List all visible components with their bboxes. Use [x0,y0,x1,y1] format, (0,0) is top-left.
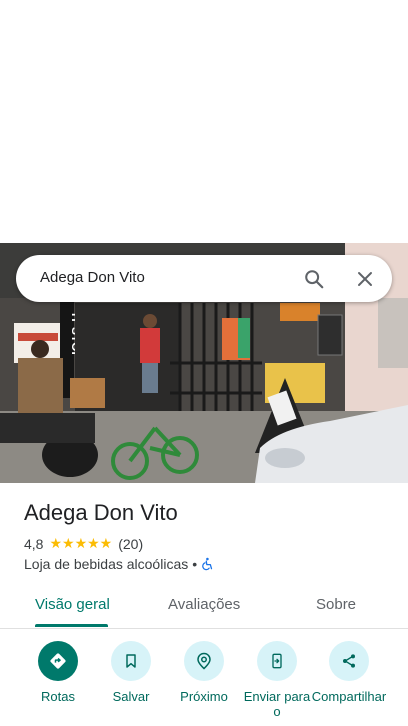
search-query[interactable]: Adega Don Vito [40,269,145,286]
rating-row[interactable]: 4,8 ★★★★★ (20) [24,535,143,552]
tab-about[interactable]: Sobre [316,596,356,613]
directions-button[interactable]: Rotas [18,641,98,704]
bookmark-icon [111,641,151,681]
share-button[interactable]: Compartilhar [309,641,389,704]
rating-value: 4,8 [24,535,44,552]
active-tab-indicator [35,624,108,627]
search-bar[interactable]: Adega Don Vito [16,255,392,302]
send-to-phone-icon [257,641,297,681]
nearby-icon [184,641,224,681]
rating-stars: ★★★★★ [49,535,113,551]
save-label: Salvar [112,689,150,704]
wheelchair-accessible-icon [201,557,215,571]
tab-reviews[interactable]: Avaliações [168,596,240,613]
action-bar: Rotas Salvar Próximo Enviar para o Compa… [0,641,408,726]
search-icon[interactable] [300,265,328,293]
send-to-phone-button[interactable]: Enviar para o [237,641,317,719]
nearby-button[interactable]: Próximo [164,641,244,704]
blank-area [0,0,408,243]
tab-bar: Visão geral Avaliações Sobre [0,586,408,629]
place-category: Loja de bebidas alcoólicas [24,556,189,572]
close-icon[interactable] [351,265,379,293]
review-count[interactable]: (20) [118,536,143,552]
send-to-phone-label: Enviar para o [243,689,311,719]
nearby-label: Próximo [180,689,228,704]
place-title: Adega Don Vito [24,500,178,525]
category-separator: • [192,556,198,572]
share-label: Compartilhar [311,689,387,704]
directions-label: Rotas [41,689,75,704]
share-icon [329,641,369,681]
directions-icon [38,641,78,681]
category-row: Loja de bebidas alcoólicas • [24,556,215,572]
save-button[interactable]: Salvar [91,641,171,704]
tab-overview[interactable]: Visão geral [35,596,110,613]
